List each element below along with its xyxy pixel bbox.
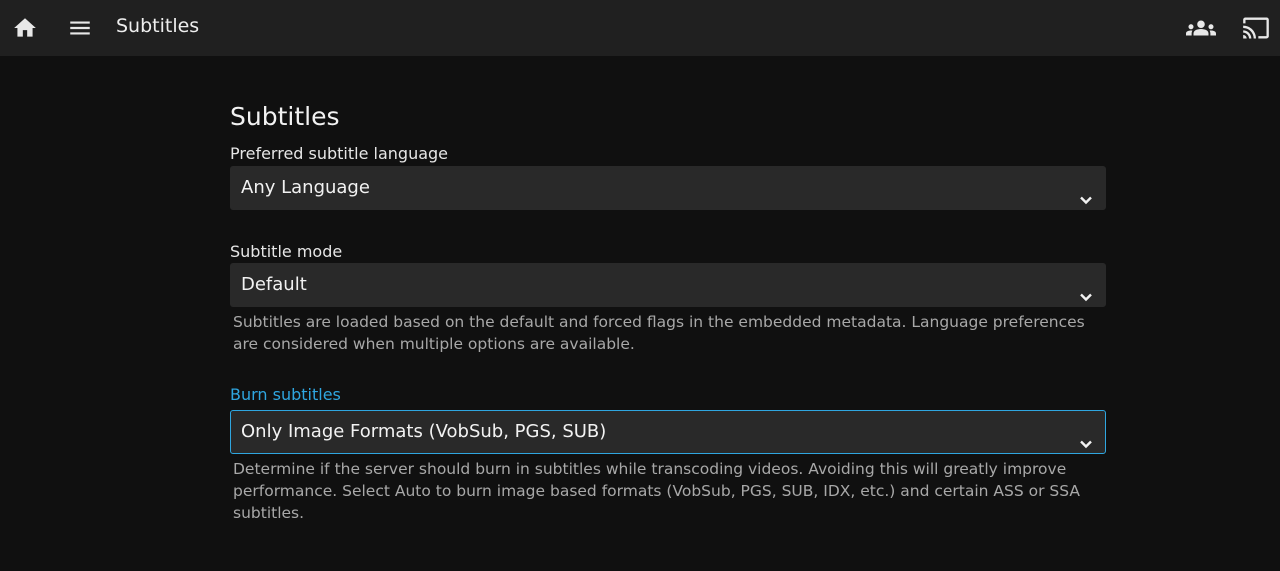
- settings-content: Subtitles Preferred subtitle language An…: [230, 56, 1106, 524]
- burn-help-text: Determine if the server should burn in s…: [233, 460, 1080, 522]
- cast-icon[interactable]: [1236, 8, 1276, 48]
- burn-select-value: Only Image Formats (VobSub, PGS, SUB): [241, 421, 607, 442]
- language-label: Preferred subtitle language: [230, 144, 449, 163]
- home-icon[interactable]: [5, 8, 45, 48]
- chevron-down-icon: [1079, 278, 1093, 302]
- section-heading: Subtitles: [230, 102, 340, 131]
- users-icon[interactable]: [1181, 8, 1221, 48]
- top-app-bar: Subtitles: [0, 0, 1280, 56]
- page-title: Subtitles: [116, 15, 200, 37]
- chevron-down-icon: [1079, 425, 1093, 449]
- mode-help-text: Subtitles are loaded based on the defaul…: [233, 313, 1085, 353]
- burn-select[interactable]: Only Image Formats (VobSub, PGS, SUB): [230, 410, 1106, 454]
- mode-select-value: Default: [241, 274, 307, 295]
- menu-icon[interactable]: [60, 8, 100, 48]
- burn-label: Burn subtitles: [230, 385, 341, 404]
- language-select-value: Any Language: [241, 177, 370, 198]
- mode-label: Subtitle mode: [230, 242, 343, 261]
- language-select[interactable]: Any Language: [230, 166, 1106, 210]
- chevron-down-icon: [1079, 181, 1093, 205]
- mode-select[interactable]: Default: [230, 263, 1106, 307]
